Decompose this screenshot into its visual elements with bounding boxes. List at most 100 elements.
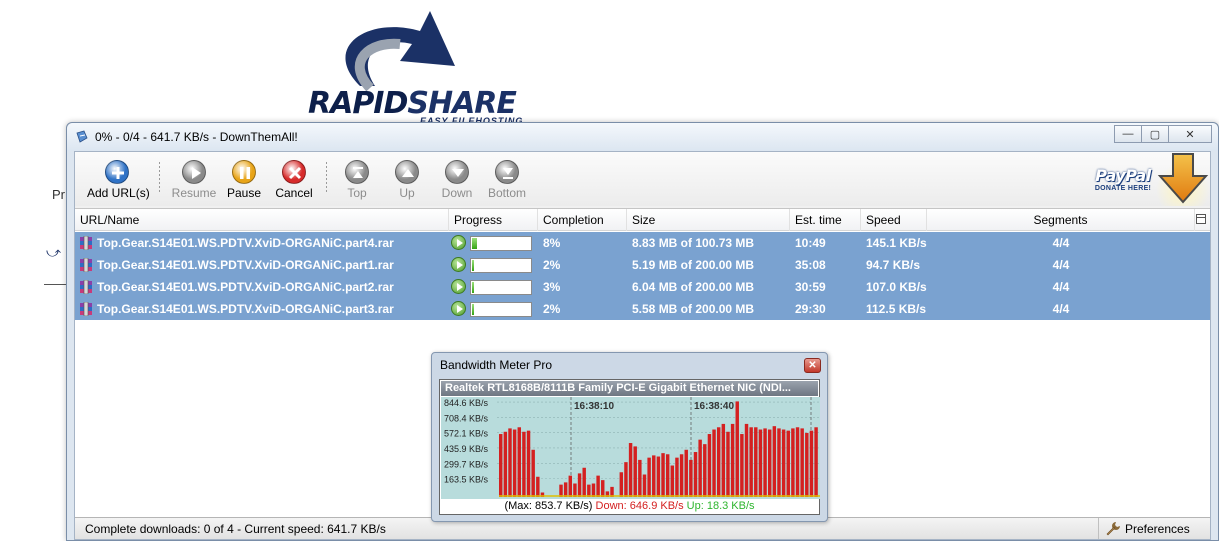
download-bar [601,480,605,497]
download-arrow-icon [1156,152,1210,206]
preferences-button[interactable]: Preferences [1098,518,1210,539]
progress-bar-group [449,254,535,276]
close-window-button[interactable]: ✕ [1168,125,1212,143]
cell-name: Top.Gear.S14E01.WS.PDTV.XviD-ORGANiC.par… [75,298,449,320]
cell-name: Top.Gear.S14E01.WS.PDTV.XviD-ORGANiC.par… [75,276,449,298]
download-bar [661,453,665,497]
y-tick-label: 435.9 KB/s [444,444,489,454]
download-bar [693,452,698,497]
paypal-logo: PayPal [1095,166,1151,185]
bandwidth-meter-title: Bandwidth Meter Pro [440,358,553,372]
move-down-icon [445,160,469,184]
cell-size: 6.04 MB of 200.00 MB [632,280,755,294]
y-tick-label: 163.5 KB/s [444,475,489,485]
up-speed-label: Up: 18.3 KB/s [686,500,755,512]
preferences-label: Preferences [1125,522,1190,536]
cell-progress [449,298,538,320]
downthemall-app-icon [76,130,88,143]
toolbar-separator [326,162,327,194]
table-row[interactable]: Top.Gear.S14E01.WS.PDTV.XviD-ORGANiC.par… [75,254,1210,276]
max-speed-label: (Max: 853.7 KB/s) [504,500,593,512]
toolbar: Add URL(s) Resume Pause Cancel Top Up Down Bott… [75,152,1210,206]
download-bar [726,431,730,497]
download-bar [628,443,633,497]
download-bar [531,449,535,497]
table-row[interactable]: Top.Gear.S14E01.WS.PDTV.XviD-ORGANiC.par… [75,298,1210,320]
download-bar [781,429,786,497]
downloading-status-icon [451,301,466,316]
file-name: Top.Gear.S14E01.WS.PDTV.XviD-ORGANiC.par… [97,258,394,272]
progress-bar-group [449,232,535,254]
cell-segments: 4/4 [1052,302,1070,316]
downloading-status-icon [451,257,466,272]
bandwidth-footer: (Max: 853.7 KB/s) Down: 646.9 KB/s Up: 1… [441,499,818,513]
download-bar [730,423,735,497]
download-bar [749,427,753,497]
column-picker-icon[interactable] [1196,214,1206,224]
move-up-icon [395,160,419,184]
download-bar [577,473,582,497]
download-bar [591,483,596,497]
column-header-completion[interactable]: Completion [538,209,627,231]
cell-speed: 145.1 KB/s [866,236,927,250]
y-tick-label: 708.4 KB/s [444,413,489,423]
column-header-name[interactable]: URL/Name [75,209,449,231]
column-header-est-time[interactable]: Est. time [790,209,861,231]
window-title: 0% - 0/4 - 641.7 KB/s - DownThemAll! [95,130,298,144]
pause-icon [232,160,256,184]
cancel-button[interactable]: Cancel [264,160,324,200]
cell-speed: 94.7 KB/s [866,258,921,272]
download-bar [512,429,517,497]
cell-name: Top.Gear.S14E01.WS.PDTV.XviD-ORGANiC.par… [75,254,449,276]
minimize-button[interactable]: — [1114,125,1142,143]
add-icon [105,160,129,184]
cell-name: Top.Gear.S14E01.WS.PDTV.XviD-ORGANiC.par… [75,232,449,254]
download-bar [703,444,707,497]
rapidshare-swoosh-icon [345,11,455,92]
cell-size: 8.83 MB of 100.73 MB [632,236,755,250]
download-bar [665,454,670,497]
donate-label: DONATE HERE! [1094,185,1152,192]
download-bar [499,434,503,497]
column-header-speed[interactable]: Speed [861,209,927,231]
network-adapter-label: Realtek RTL8168B/8111B Family PCI-E Giga… [441,381,818,396]
cell-est-time: 10:49 [795,236,826,250]
bandwidth-meter-window[interactable]: Bandwidth Meter Pro ✕ Realtek RTL8168B/8… [431,352,828,522]
y-tick-label: 299.7 KB/s [444,459,489,469]
download-bar [670,465,675,497]
column-header-progress[interactable]: Progress [449,209,538,231]
maximize-button[interactable]: ▢ [1141,125,1169,143]
download-bar [786,430,790,497]
bandwidth-graph: 844.6 KB/s 708.4 KB/s 572.1 KB/s 435.9 KB/s… [441,397,820,499]
bandwidth-meter-close-button[interactable]: ✕ [804,358,821,373]
wrench-icon [1106,522,1120,536]
table-row[interactable]: Top.Gear.S14E01.WS.PDTV.XviD-ORGANiC.par… [75,276,1210,298]
time-label: 16:38:10 [574,401,614,412]
move-bottom-icon [495,160,519,184]
download-bar [638,459,642,497]
downloading-status-icon [451,235,466,250]
download-bar [582,467,586,497]
cancel-icon [282,160,306,184]
file-name: Top.Gear.S14E01.WS.PDTV.XviD-ORGANiC.par… [97,236,394,250]
download-bar [809,430,814,497]
bottom-button[interactable]: Bottom [477,160,537,200]
download-bar [587,484,591,497]
download-bar [596,475,600,497]
download-bar [559,484,563,497]
file-name: Top.Gear.S14E01.WS.PDTV.XviD-ORGANiC.par… [97,302,394,316]
download-bar [652,455,656,497]
paypal-donate-button[interactable]: PayPal DONATE HERE! [1090,166,1156,192]
column-header-segments[interactable]: Segments [927,209,1195,231]
rar-archive-icon [80,236,92,250]
y-tick-label: 572.1 KB/s [444,429,489,439]
table-row[interactable]: Top.Gear.S14E01.WS.PDTV.XviD-ORGANiC.par… [75,232,1210,254]
cell-completion: 3% [543,280,561,294]
download-bar [633,446,637,497]
add-url-s-button[interactable]: Add URL(s) [87,160,150,200]
download-bar [744,423,749,497]
window-titlebar[interactable]: 0% - 0/4 - 641.7 KB/s - DownThemAll! — ▢… [67,123,1218,151]
column-header-size[interactable]: Size [627,209,790,231]
download-bar [800,428,804,497]
download-bar [740,434,744,497]
